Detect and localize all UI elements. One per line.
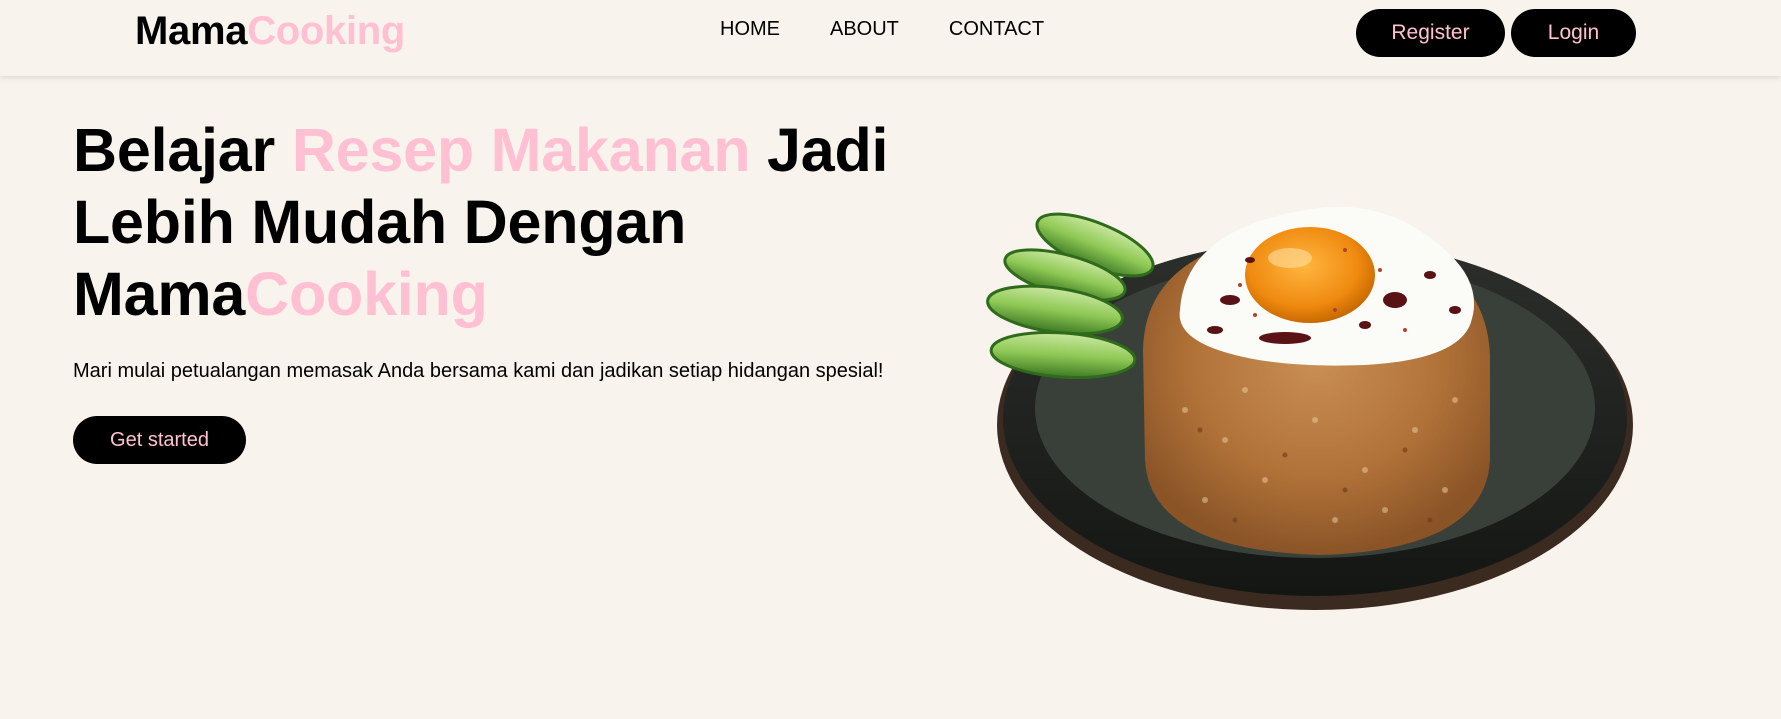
register-button[interactable]: Register — [1356, 9, 1505, 57]
auth-buttons: Register Login — [1356, 9, 1636, 57]
nav-link-about[interactable]: ABOUT — [830, 17, 899, 41]
headline-brand-part1: Mama — [73, 260, 246, 328]
hero-section: Belajar Resep Makanan Jadi Lebih Mudah D… — [73, 114, 953, 464]
headline-part1: Belajar — [73, 116, 292, 184]
brand-logo[interactable]: MamaCooking — [135, 8, 405, 54]
fried-rice-dish-icon — [985, 190, 1635, 610]
main-nav: HOME ABOUT CONTACT — [720, 17, 1044, 41]
nav-link-contact[interactable]: CONTACT — [949, 17, 1044, 41]
hero-subtitle: Mari mulai petualangan memasak Anda bers… — [73, 360, 884, 382]
top-navbar: MamaCooking HOME ABOUT CONTACT Register … — [0, 0, 1781, 76]
brand-logo-part2: Cooking — [247, 9, 406, 53]
get-started-button[interactable]: Get started — [73, 416, 246, 464]
login-button[interactable]: Login — [1511, 9, 1636, 57]
nav-link-home[interactable]: HOME — [720, 17, 780, 41]
headline-brand-part2: Cooking — [245, 260, 488, 328]
brand-logo-part1: Mama — [135, 9, 248, 53]
hero-headline: Belajar Resep Makanan Jadi Lebih Mudah D… — [73, 114, 953, 330]
fried-rice-illustration — [986, 206, 1633, 610]
headline-highlight: Resep Makanan — [291, 116, 751, 184]
fried-egg — [1179, 206, 1475, 366]
